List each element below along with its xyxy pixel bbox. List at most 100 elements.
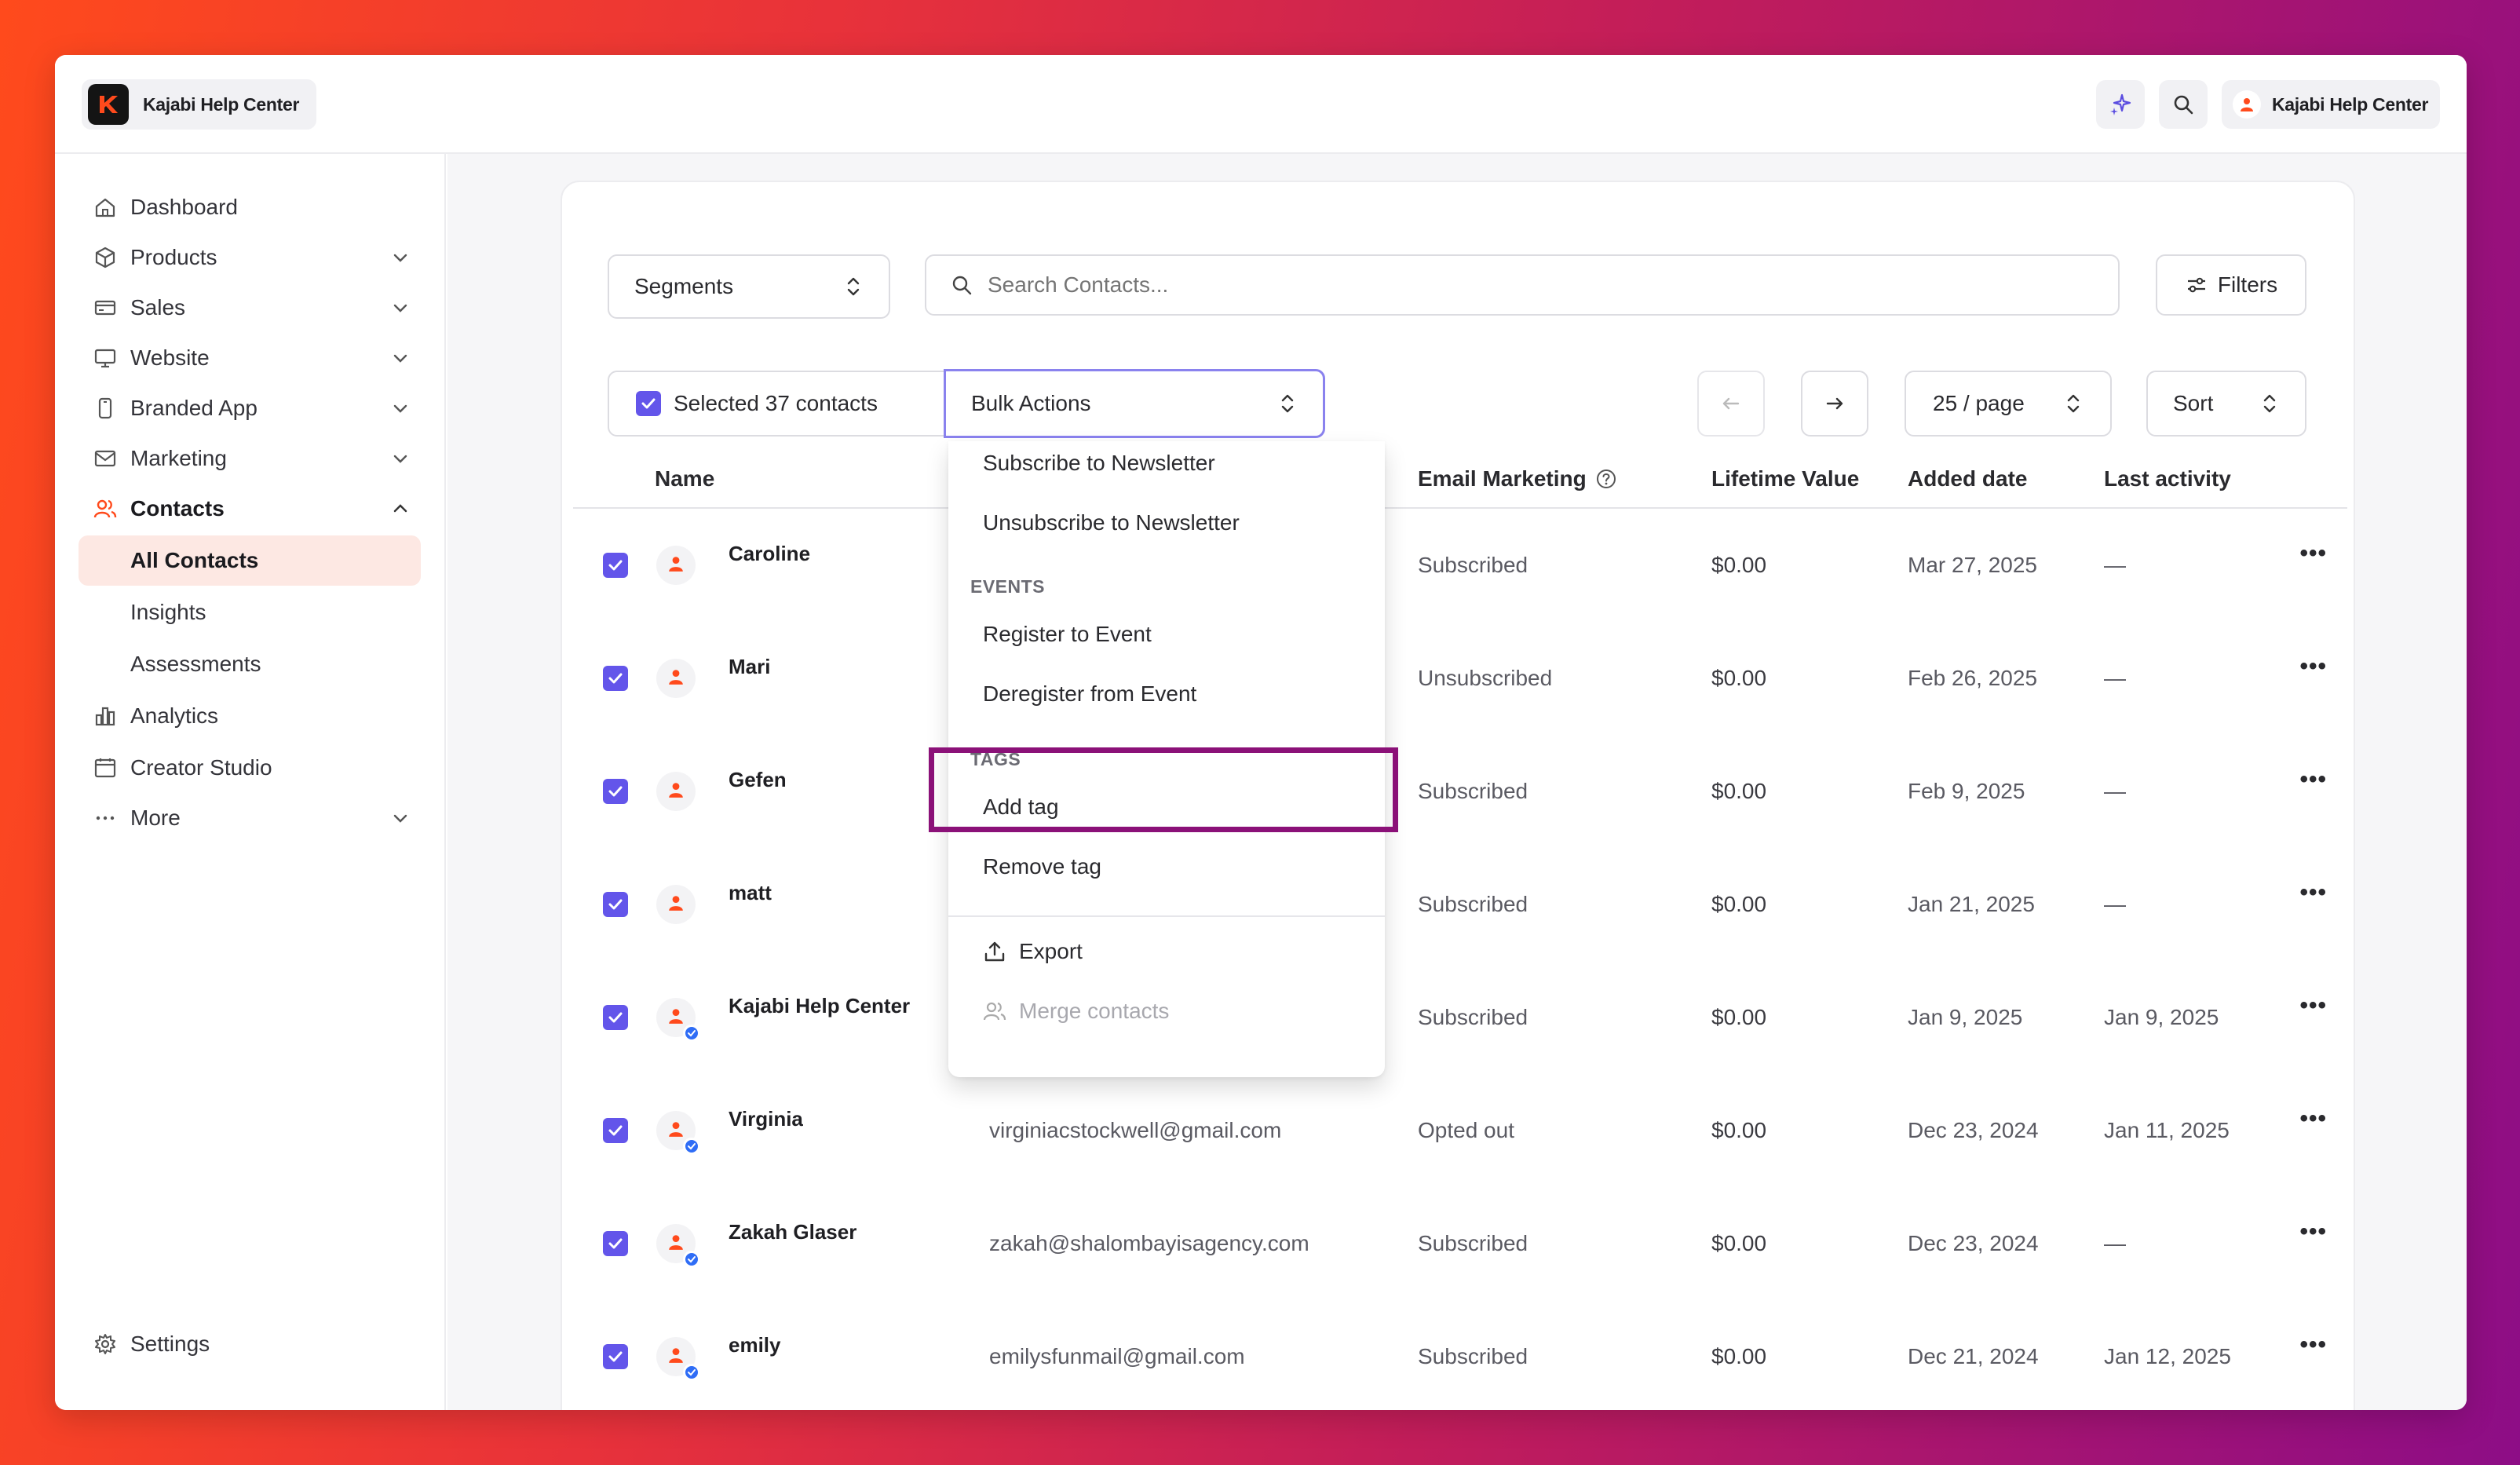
table-row[interactable]: Gefen Subscribed $0.00 Feb 9, 2025 — ••• bbox=[573, 749, 2347, 862]
user-avatar bbox=[2233, 90, 2261, 119]
row-checkbox[interactable] bbox=[603, 779, 628, 804]
upload-icon bbox=[984, 941, 1005, 962]
row-actions-menu-icon[interactable]: ••• bbox=[2299, 1332, 2327, 1358]
menu-item-label: Merge contacts bbox=[1019, 999, 1170, 1023]
column-header-added-date[interactable]: Added date bbox=[1908, 466, 2027, 491]
bar-chart-icon bbox=[91, 702, 119, 730]
table-row[interactable]: Zakah Glaser zakah@shalombayisagency.com S… bbox=[573, 1201, 2347, 1314]
row-checkbox[interactable] bbox=[603, 892, 628, 917]
select-all-toggle[interactable]: Selected 37 contacts bbox=[608, 371, 945, 437]
row-checkbox[interactable] bbox=[603, 553, 628, 578]
sidebar-item-analytics[interactable]: Analytics bbox=[79, 691, 421, 741]
search-button[interactable] bbox=[2159, 80, 2208, 129]
row-actions-menu-icon[interactable]: ••• bbox=[2299, 766, 2327, 793]
row-checkbox[interactable] bbox=[603, 666, 628, 691]
filters-button[interactable]: Filters bbox=[2156, 254, 2306, 316]
row-checkbox[interactable] bbox=[603, 1118, 628, 1143]
checkmark-icon bbox=[608, 899, 623, 910]
added-date: Dec 21, 2024 bbox=[1908, 1344, 2039, 1368]
row-actions-menu-icon[interactable]: ••• bbox=[2299, 1105, 2327, 1132]
menu-item-merge-contacts[interactable]: Merge contacts bbox=[983, 999, 1169, 1024]
search-contacts-field[interactable] bbox=[925, 254, 2120, 316]
checkmark-icon bbox=[641, 398, 656, 409]
select-all-checkbox[interactable] bbox=[636, 391, 661, 416]
sidebar-subitem-insights[interactable]: Insights bbox=[79, 587, 421, 638]
row-checkbox[interactable] bbox=[603, 1231, 628, 1256]
sidebar-item-products[interactable]: Products bbox=[79, 232, 421, 283]
sidebar-item-settings[interactable]: Settings bbox=[79, 1319, 421, 1369]
checkmark-icon bbox=[608, 1351, 623, 1362]
last-activity: — bbox=[2104, 1231, 2126, 1255]
verified-badge-icon bbox=[683, 1138, 700, 1155]
ai-assistant-button[interactable] bbox=[2096, 80, 2145, 129]
column-header-email-marketing[interactable]: Email Marketing bbox=[1418, 466, 1618, 491]
contact-name[interactable]: Caroline bbox=[729, 542, 810, 566]
chevron-up-down-icon bbox=[2067, 394, 2080, 413]
segments-select[interactable]: Segments bbox=[608, 254, 890, 319]
chevron-down-icon bbox=[393, 304, 407, 312]
contact-name[interactable]: Virginia bbox=[729, 1107, 803, 1131]
table-row[interactable]: Kajabi Help Centerhelpcenter+AI@kajabi.c… bbox=[573, 975, 2347, 1088]
menu-item-subscribe-newsletter[interactable]: Subscribe to Newsletter bbox=[983, 451, 1215, 476]
menu-item-unsubscribe-newsletter[interactable]: Unsubscribe to Newsletter bbox=[983, 510, 1240, 535]
table-row[interactable]: Mari Unsubscribed $0.00 Feb 26, 2025 — ••• bbox=[573, 636, 2347, 749]
account-menu-button[interactable]: Kajabi Help Center bbox=[2222, 80, 2440, 129]
checkmark-icon bbox=[608, 1238, 623, 1249]
contact-name[interactable]: matt bbox=[729, 881, 772, 905]
row-checkbox[interactable] bbox=[603, 1005, 628, 1030]
contact-email: zakah@shalombayisagency.com bbox=[989, 1231, 1309, 1255]
last-activity: Jan 11, 2025 bbox=[2104, 1118, 2230, 1142]
sort-select[interactable]: Sort bbox=[2146, 371, 2306, 437]
verified-badge-icon bbox=[683, 1251, 700, 1268]
sidebar-item-contacts[interactable]: Contacts bbox=[79, 484, 421, 534]
row-actions-menu-icon[interactable]: ••• bbox=[2299, 653, 2327, 680]
menu-item-export[interactable]: Export bbox=[983, 939, 1083, 964]
sidebar-item-dashboard[interactable]: Dashboard bbox=[79, 182, 421, 232]
search-input[interactable] bbox=[988, 272, 2087, 298]
menu-item-register-event[interactable]: Register to Event bbox=[983, 622, 1152, 647]
sidebar-subitem-all-contacts[interactable]: All Contacts bbox=[79, 535, 421, 586]
per-page-select[interactable]: 25 / page bbox=[1905, 371, 2112, 437]
sidebar-item-sales[interactable]: Sales bbox=[79, 283, 421, 333]
row-actions-menu-icon[interactable]: ••• bbox=[2299, 879, 2327, 906]
row-actions-menu-icon[interactable]: ••• bbox=[2299, 1218, 2327, 1245]
column-header-lifetime-value[interactable]: Lifetime Value bbox=[1711, 466, 1859, 491]
sidebar-item-label: Website bbox=[130, 345, 210, 370]
sidebar-item-branded-app[interactable]: Branded App bbox=[79, 383, 421, 433]
sidebar-item-creator-studio[interactable]: Creator Studio bbox=[79, 743, 421, 793]
checkmark-icon bbox=[608, 673, 623, 684]
row-actions-menu-icon[interactable]: ••• bbox=[2299, 992, 2327, 1019]
bulk-actions-select[interactable]: Bulk Actions bbox=[944, 369, 1325, 438]
lifetime-value: $0.00 bbox=[1711, 1344, 1767, 1368]
contact-email: virginiacstockwell@gmail.com bbox=[989, 1118, 1282, 1142]
table-row[interactable]: Caroline Subscribed $0.00 Mar 27, 2025 — ••• bbox=[573, 523, 2347, 636]
table-row[interactable]: emily emilysfunmail@gmail.com Subscribed $0… bbox=[573, 1314, 2347, 1410]
column-header-name[interactable]: Name bbox=[655, 466, 714, 491]
chevron-up-down-icon bbox=[847, 277, 860, 296]
contact-name[interactable]: Mari bbox=[729, 655, 770, 679]
menu-section-events: EVENTS bbox=[970, 576, 1046, 597]
sidebar-item-marketing[interactable]: Marketing bbox=[79, 433, 421, 484]
menu-item-remove-tag[interactable]: Remove tag bbox=[983, 854, 1101, 879]
email-marketing-status: Subscribed bbox=[1418, 1344, 1528, 1368]
annotation-highlight-box bbox=[929, 747, 1398, 832]
table-row[interactable]: Virginia virginiacstockwell@gmail.com Opte… bbox=[573, 1088, 2347, 1201]
next-page-button[interactable] bbox=[1801, 371, 1868, 437]
prev-page-button[interactable] bbox=[1697, 371, 1765, 437]
row-checkbox[interactable] bbox=[603, 1344, 628, 1369]
row-actions-menu-icon[interactable]: ••• bbox=[2299, 540, 2327, 567]
column-header-last-activity[interactable]: Last activity bbox=[2104, 466, 2231, 491]
table-row[interactable]: matt Subscribed $0.00 Jan 21, 2025 — ••• bbox=[573, 862, 2347, 975]
contact-name[interactable]: Gefen bbox=[729, 768, 787, 792]
help-circle-icon[interactable] bbox=[1594, 467, 1618, 491]
contact-name[interactable]: emily bbox=[729, 1333, 781, 1357]
contact-name[interactable]: Zakah Glaser bbox=[729, 1220, 856, 1244]
sidebar-item-more[interactable]: More bbox=[79, 793, 421, 843]
menu-divider bbox=[948, 915, 1385, 917]
sidebar-subitem-assessments[interactable]: Assessments bbox=[79, 639, 421, 689]
box-icon bbox=[91, 243, 119, 272]
contact-name[interactable]: Kajabi Help Center bbox=[729, 994, 910, 1018]
menu-item-deregister-event[interactable]: Deregister from Event bbox=[983, 681, 1196, 707]
brand-switcher[interactable]: Kajabi Help Center bbox=[82, 79, 317, 130]
sidebar-item-website[interactable]: Website bbox=[79, 333, 421, 383]
